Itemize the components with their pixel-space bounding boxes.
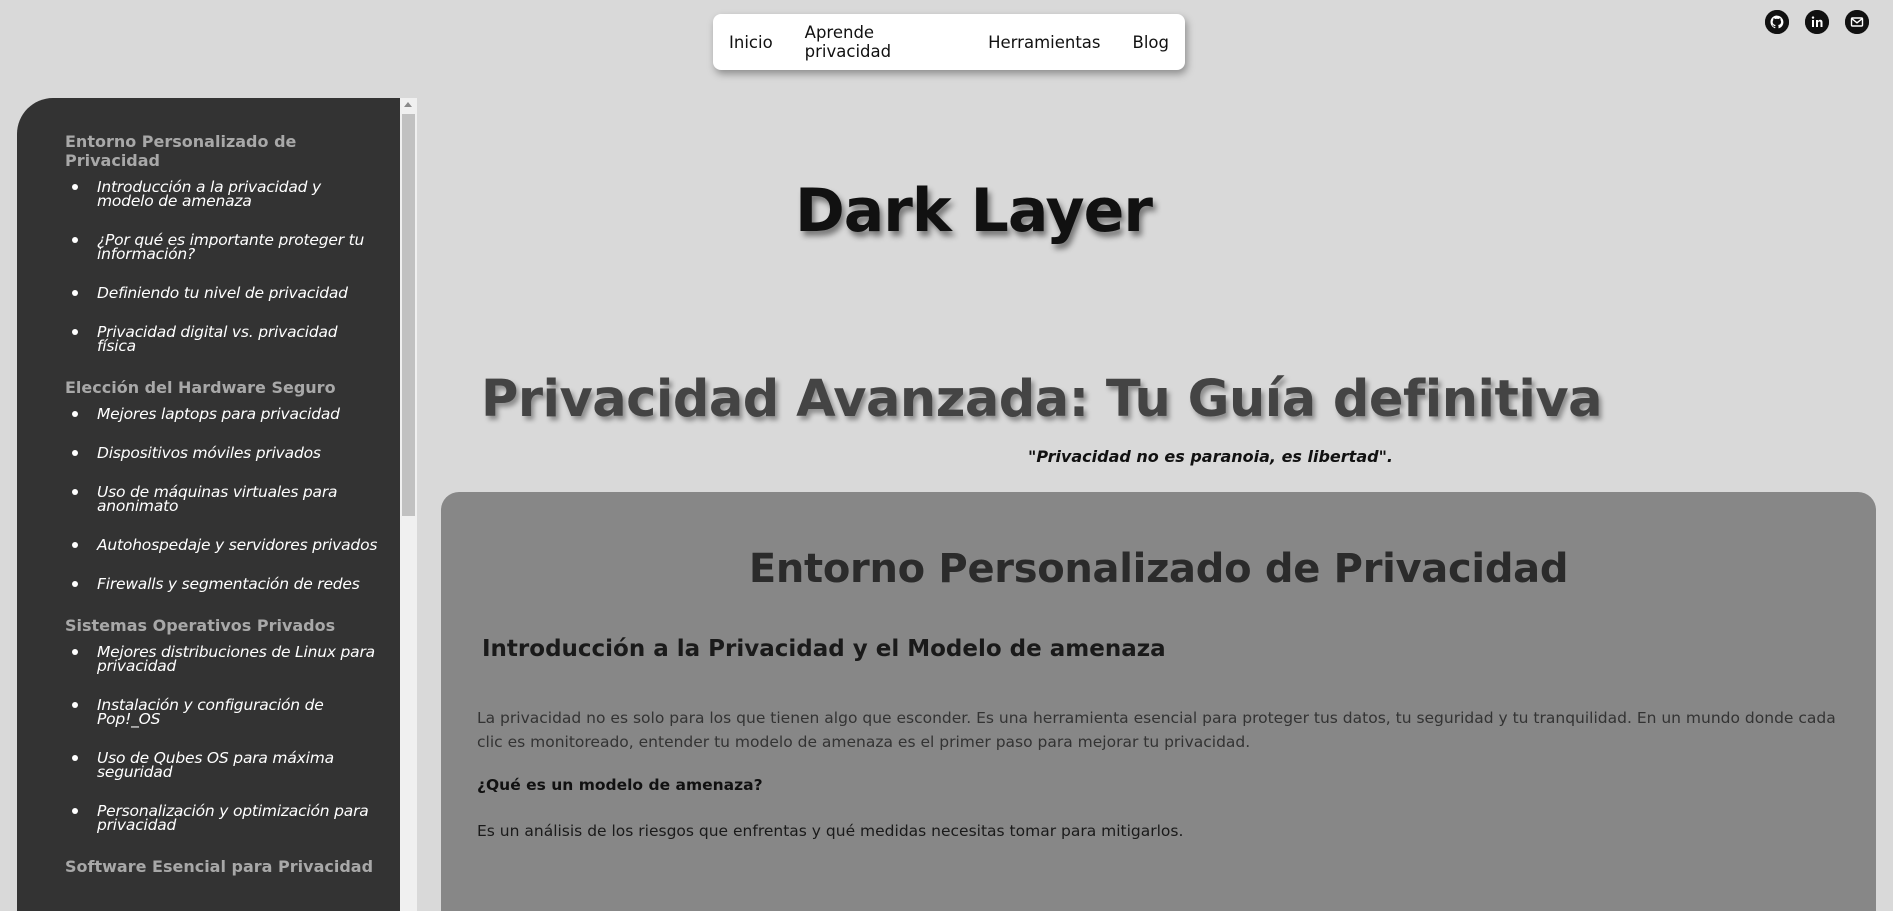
sidebar-item[interactable]: Autohospedaje y servidores privados — [65, 537, 380, 553]
sidebar-item[interactable]: ¿Por qué es importante proteger tu infor… — [65, 232, 380, 262]
content-panel: Entorno Personalizado de Privacidad Intr… — [441, 492, 1876, 911]
sidebar-section-title[interactable]: Software Esencial para Privacidad — [65, 857, 380, 876]
nav-herramientas[interactable]: Herramientas — [972, 33, 1116, 52]
linkedin-icon[interactable] — [1805, 10, 1829, 34]
page-title: Privacidad Avanzada: Tu Guía definitiva — [481, 370, 1603, 429]
sidebar-item[interactable]: Uso de máquinas virtuales para anonimato — [65, 484, 380, 514]
sidebar-item[interactable]: Mejores distribuciones de Linux para pri… — [65, 644, 380, 674]
top-nav: Inicio Aprende privacidad Herramientas B… — [713, 14, 1185, 70]
sidebar-item[interactable]: Privacidad digital vs. privacidad física — [65, 324, 380, 354]
social-links — [1765, 10, 1869, 34]
nav-blog[interactable]: Blog — [1117, 33, 1185, 52]
brand-title: Dark Layer — [795, 176, 1153, 246]
sidebar-item[interactable]: Dispositivos móviles privados — [65, 445, 380, 461]
sidebar-list: Mejores laptops para privacidad Disposit… — [65, 406, 380, 592]
sidebar-item[interactable]: Firewalls y segmentación de redes — [65, 576, 380, 592]
intro-paragraph: La privacidad no es solo para los que ti… — [477, 709, 1836, 751]
github-icon[interactable] — [1765, 10, 1789, 34]
sidebar-section-title[interactable]: Sistemas Operativos Privados — [65, 616, 380, 635]
nav-inicio[interactable]: Inicio — [713, 33, 789, 52]
sidebar-item[interactable]: Introducción a la privacidad y modelo de… — [65, 179, 380, 209]
section-subtitle: Introducción a la Privacidad y el Modelo… — [482, 636, 1166, 662]
sidebar: Entorno Personalizado de Privacidad Intr… — [17, 98, 400, 911]
sidebar-item[interactable]: Personalización y optimización para priv… — [65, 803, 380, 833]
sidebar-list: Mejores distribuciones de Linux para pri… — [65, 644, 380, 833]
sidebar-section-title[interactable]: Elección del Hardware Seguro — [65, 378, 380, 397]
hero-quote: "Privacidad no es paranoia, es libertad"… — [1028, 447, 1393, 466]
scrollbar-thumb[interactable] — [402, 114, 415, 516]
sidebar-item[interactable]: Definiendo tu nivel de privacidad — [65, 285, 380, 301]
sidebar-list: Introducción a la privacidad y modelo de… — [65, 179, 380, 354]
sidebar-item[interactable]: Uso de Qubes OS para máxima seguridad — [65, 750, 380, 780]
section-title: Entorno Personalizado de Privacidad — [748, 546, 1569, 592]
scroll-up-icon[interactable] — [404, 102, 412, 107]
nav-aprende-privacidad[interactable]: Aprende privacidad — [789, 23, 972, 61]
sidebar-section-title[interactable]: Entorno Personalizado de Privacidad — [65, 132, 380, 170]
sidebar-item[interactable]: Instalación y configuración de Pop!_OS — [65, 697, 380, 727]
sidebar-scrollbar[interactable] — [400, 98, 417, 911]
question-text: ¿Qué es un modelo de amenaza? — [477, 776, 763, 794]
sidebar-item[interactable]: Mejores laptops para privacidad — [65, 406, 380, 422]
answer-text: Es un análisis de los riesgos que enfren… — [477, 822, 1184, 840]
mail-icon[interactable] — [1845, 10, 1869, 34]
